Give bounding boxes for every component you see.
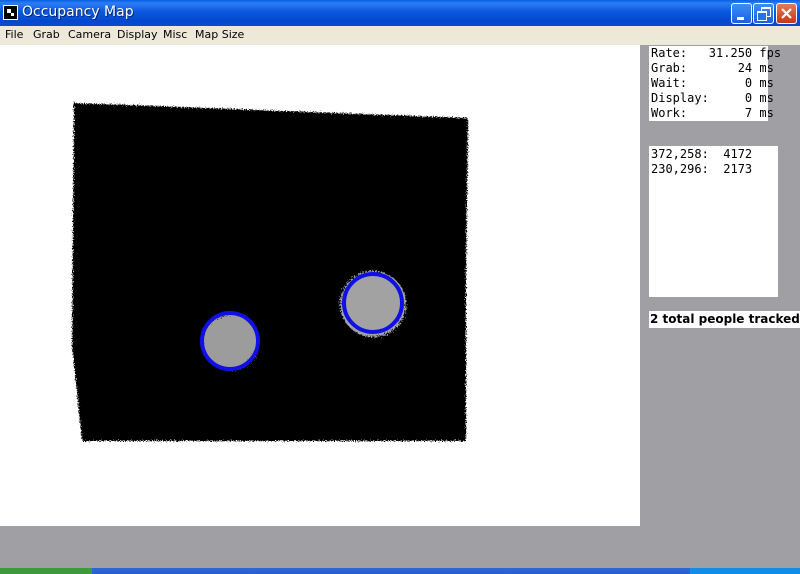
menu-map-size[interactable]: Map Size bbox=[195, 28, 244, 41]
rate-readout: Rate: 31.250 fps bbox=[651, 46, 782, 60]
window-title: Occupancy Map bbox=[22, 4, 134, 20]
taskbar bbox=[0, 568, 800, 574]
occupancy-map bbox=[0, 45, 640, 526]
work-readout: Work: 7 ms bbox=[651, 106, 774, 120]
menu-bar: File Grab Camera Display Misc Map Size bbox=[0, 26, 800, 45]
app-icon bbox=[3, 5, 18, 20]
floor-region bbox=[72, 103, 468, 441]
tracked-people-list[interactable]: 372,258: 4172 230,296: 2173 bbox=[649, 146, 778, 297]
stats-panel: Rate: 31.250 fps Grab: 24 ms Wait: 0 ms … bbox=[649, 46, 781, 121]
list-item: 230,296: 2173 bbox=[651, 162, 753, 176]
restore-button[interactable] bbox=[753, 3, 774, 24]
menu-display[interactable]: Display bbox=[117, 28, 158, 41]
menu-misc[interactable]: Misc bbox=[163, 28, 187, 41]
close-icon bbox=[781, 8, 792, 19]
menu-grab[interactable]: Grab bbox=[33, 28, 60, 41]
close-button[interactable] bbox=[776, 3, 797, 24]
menu-file[interactable]: File bbox=[5, 28, 23, 41]
tracking-summary: 2 total people tracked (0 bbox=[649, 311, 800, 328]
menu-camera[interactable]: Camera bbox=[68, 28, 111, 41]
list-item: 372,258: 4172 bbox=[651, 147, 753, 161]
grab-readout: Grab: 24 ms bbox=[651, 61, 774, 75]
minimize-button[interactable] bbox=[731, 3, 752, 24]
person-blob bbox=[340, 271, 406, 337]
title-bar[interactable]: Occupancy Map bbox=[0, 0, 800, 26]
occupancy-map-canvas bbox=[72, 103, 468, 441]
wait-readout: Wait: 0 ms bbox=[651, 76, 774, 90]
system-tray bbox=[690, 568, 800, 574]
display-readout: Display: 0 ms bbox=[651, 91, 774, 105]
start-button[interactable] bbox=[0, 568, 92, 574]
